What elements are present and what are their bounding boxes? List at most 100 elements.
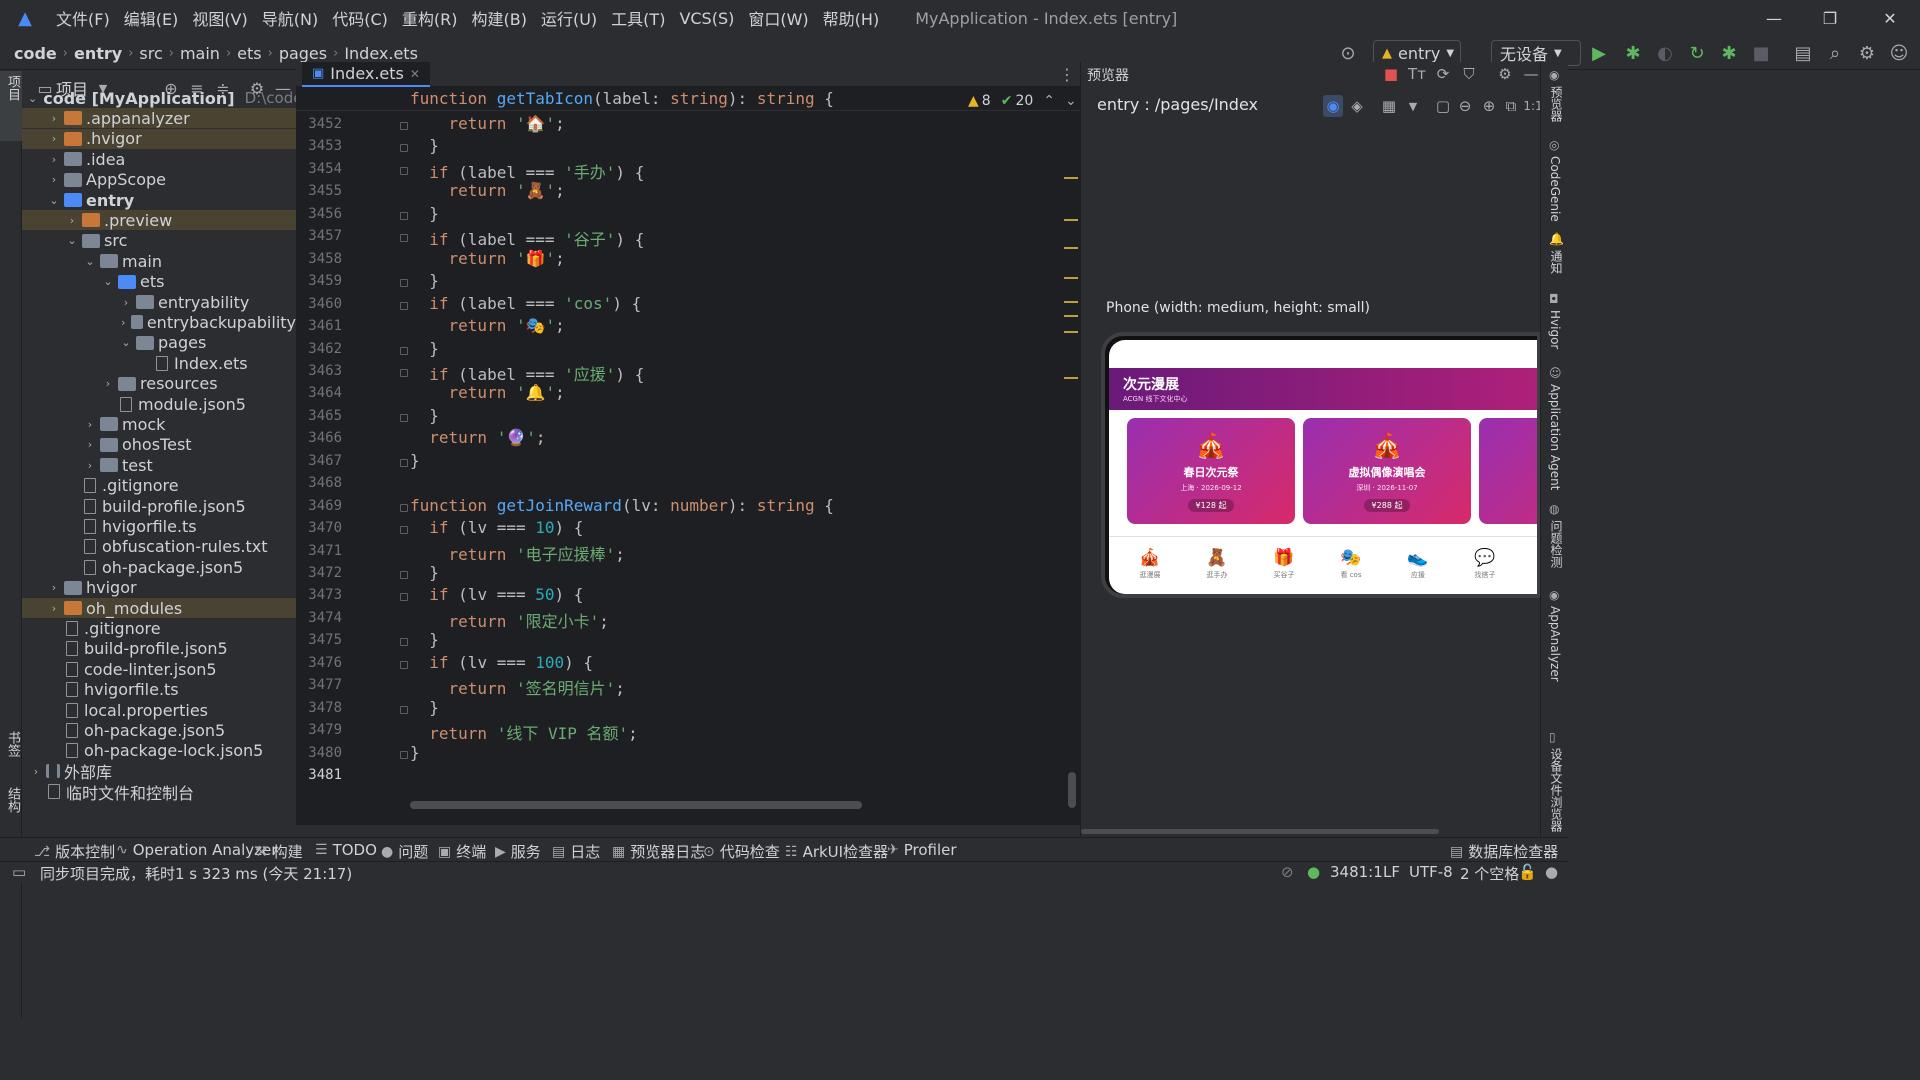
font-size-icon[interactable]: Tт: [1407, 63, 1427, 85]
menu-item[interactable]: 运行(U): [535, 0, 605, 36]
tree-item[interactable]: ⌄ main: [22, 251, 296, 271]
stop-icon[interactable]: ■: [1749, 41, 1773, 65]
tree-item[interactable]: › AppScope: [22, 170, 296, 190]
close-window-button[interactable]: ✕: [1860, 0, 1920, 36]
right-tool-button[interactable]: Hvigor: [1548, 310, 1562, 349]
warning-stripe-marker[interactable]: [1064, 219, 1078, 221]
right-tool-button[interactable]: AppAnalyzer: [1548, 606, 1562, 682]
bottom-tool-button[interactable]: ∿ Operation Analyzer: [116, 841, 277, 859]
breadcrumb-item[interactable]: code: [14, 44, 57, 63]
tree-item[interactable]: › test: [22, 455, 296, 475]
chevron-icon[interactable]: ›: [118, 296, 134, 309]
tree-item[interactable]: oh-package.json5: [22, 557, 296, 577]
bottom-tool-button[interactable]: ☷ ArkUI检查器: [785, 841, 888, 862]
bottom-tool-button[interactable]: ⚒ 构建: [255, 841, 303, 862]
tree-item[interactable]: ⌄ src: [22, 231, 296, 251]
bottom-tool-button[interactable]: ▶ 服务: [495, 841, 541, 862]
bottom-tool-button[interactable]: ✈ Profiler: [887, 841, 957, 859]
chevron-icon[interactable]: ›: [118, 316, 129, 329]
tree-item[interactable]: › mock: [22, 414, 296, 434]
app-tab-item[interactable]: 🎁 买谷子: [1259, 548, 1309, 580]
restore-button[interactable]: ❐: [1800, 0, 1860, 36]
fit-screen-icon[interactable]: ▢: [1433, 95, 1453, 117]
chevron-icon[interactable]: ⌄: [82, 255, 98, 268]
phone-screen[interactable]: 次元漫展 ACGN 线下文化中心 🎪 春日次元祭 上海 · 2026-09-12 ¥1…: [1109, 340, 1537, 594]
project-tool-button[interactable]: 项目: [0, 71, 22, 141]
previewer-settings-icon[interactable]: ⚙: [1495, 63, 1515, 85]
chevron-icon[interactable]: ›: [82, 438, 98, 451]
chevron-down-icon[interactable]: ▼: [1403, 95, 1423, 117]
settings-icon[interactable]: ⚙: [1855, 41, 1879, 65]
tree-item[interactable]: › .hvigor: [22, 128, 296, 149]
profile-icon[interactable]: ✱: [1717, 41, 1741, 65]
chevron-icon[interactable]: ›: [46, 112, 62, 125]
tree-item[interactable]: ⌄ ets: [22, 272, 296, 292]
tree-item[interactable]: oh-package-lock.json5: [22, 741, 296, 761]
warning-stripe-marker[interactable]: [1064, 177, 1078, 179]
eye-icon[interactable]: ◉: [1323, 95, 1343, 117]
tree-item[interactable]: 临时文件和控制台: [22, 782, 296, 803]
refresh-icon[interactable]: ⟳: [1433, 63, 1453, 85]
previewer-scrollbar[interactable]: [1081, 829, 1439, 834]
chevron-icon[interactable]: ›: [46, 173, 62, 186]
breadcrumb-item[interactable]: entry: [74, 44, 122, 63]
bottom-tool-button[interactable]: ☰ TODO: [315, 841, 377, 859]
right-tool-button[interactable]: 预览器: [1548, 86, 1565, 122]
chevron-icon[interactable]: ⌄: [64, 234, 80, 247]
tree-item[interactable]: › entryability: [22, 292, 296, 312]
warning-stripe-marker[interactable]: [1064, 377, 1078, 379]
tree-item[interactable]: local.properties: [22, 700, 296, 720]
tree-item[interactable]: › 外部库: [22, 761, 296, 782]
search-icon[interactable]: ⌕: [1823, 41, 1847, 65]
hide-previewer-icon[interactable]: —: [1521, 63, 1541, 85]
tree-item[interactable]: › hvigor: [22, 578, 296, 598]
tree-item[interactable]: › .idea: [22, 149, 296, 169]
bookmarks-tool-label[interactable]: 书签: [3, 731, 22, 757]
tree-item[interactable]: › oh_modules: [22, 598, 296, 618]
chevron-icon[interactable]: ›: [82, 418, 98, 431]
bottom-tool-button[interactable]: ▤ 日志: [552, 841, 600, 862]
chevron-icon[interactable]: ›: [46, 132, 62, 145]
menu-item[interactable]: 视图(V): [186, 0, 255, 36]
event-card[interactable]: 国漫北京: [1479, 418, 1537, 524]
menu-item[interactable]: 编辑(E): [118, 0, 187, 36]
breadcrumb-item[interactable]: ets: [237, 44, 261, 63]
notifications-icon[interactable]: ●: [1545, 863, 1558, 881]
apply-changes-icon[interactable]: ↻: [1685, 41, 1709, 65]
indent-setting[interactable]: 2 个空格: [1460, 863, 1519, 884]
tree-item[interactable]: ⌄ code [MyApplication] D:\code: [22, 88, 302, 108]
app-tab-item[interactable]: 🧸 逛手办: [1192, 548, 1242, 580]
breadcrumb-item[interactable]: main: [180, 44, 220, 63]
bottom-tool-button[interactable]: ● 问题: [381, 841, 428, 862]
tree-item[interactable]: Index.ets: [22, 353, 296, 373]
tree-item[interactable]: build-profile.json5: [22, 639, 296, 659]
tree-item[interactable]: module.json5: [22, 394, 296, 414]
warning-stripe-marker[interactable]: [1064, 301, 1078, 303]
right-tool-button[interactable]: 通知: [1548, 250, 1565, 274]
right-tool-button[interactable]: 问题检测: [1548, 520, 1565, 568]
warning-stripe-marker[interactable]: [1064, 315, 1078, 317]
bottom-tool-button[interactable]: ⊙ 代码检查: [703, 841, 780, 862]
warning-stripe-marker[interactable]: [1064, 247, 1078, 249]
power-save-icon[interactable]: ⊘: [1281, 863, 1294, 881]
bottom-tool-button[interactable]: ▤ 数据库检查器: [1450, 841, 1558, 862]
tree-item[interactable]: › .preview: [22, 210, 296, 231]
app-tab-item[interactable]: 🔔: [1527, 548, 1537, 570]
bottom-tool-button[interactable]: ⎇ 版本控制: [34, 841, 115, 862]
tree-item[interactable]: › resources: [22, 374, 296, 394]
menu-item[interactable]: 窗口(W): [742, 0, 816, 36]
lock-icon[interactable]: 🔓: [1518, 863, 1537, 881]
tree-item[interactable]: hvigorfile.ts: [22, 680, 296, 700]
breadcrumb-item[interactable]: pages: [279, 44, 327, 63]
layers-icon[interactable]: ◈: [1347, 95, 1367, 117]
tree-item[interactable]: build-profile.json5: [22, 496, 296, 516]
tree-item[interactable]: hvigorfile.ts: [22, 516, 296, 536]
tree-item[interactable]: code-linter.json5: [22, 659, 296, 679]
chevron-icon[interactable]: ›: [82, 459, 98, 472]
project-structure-icon[interactable]: ▤: [1791, 41, 1815, 65]
toggle-panels-icon[interactable]: ▭: [12, 863, 26, 881]
tree-item[interactable]: › ohosTest: [22, 435, 296, 455]
menu-item[interactable]: 代码(C): [326, 0, 396, 36]
account-icon[interactable]: ☺: [1887, 41, 1911, 65]
grid-icon[interactable]: ▦: [1379, 95, 1399, 117]
